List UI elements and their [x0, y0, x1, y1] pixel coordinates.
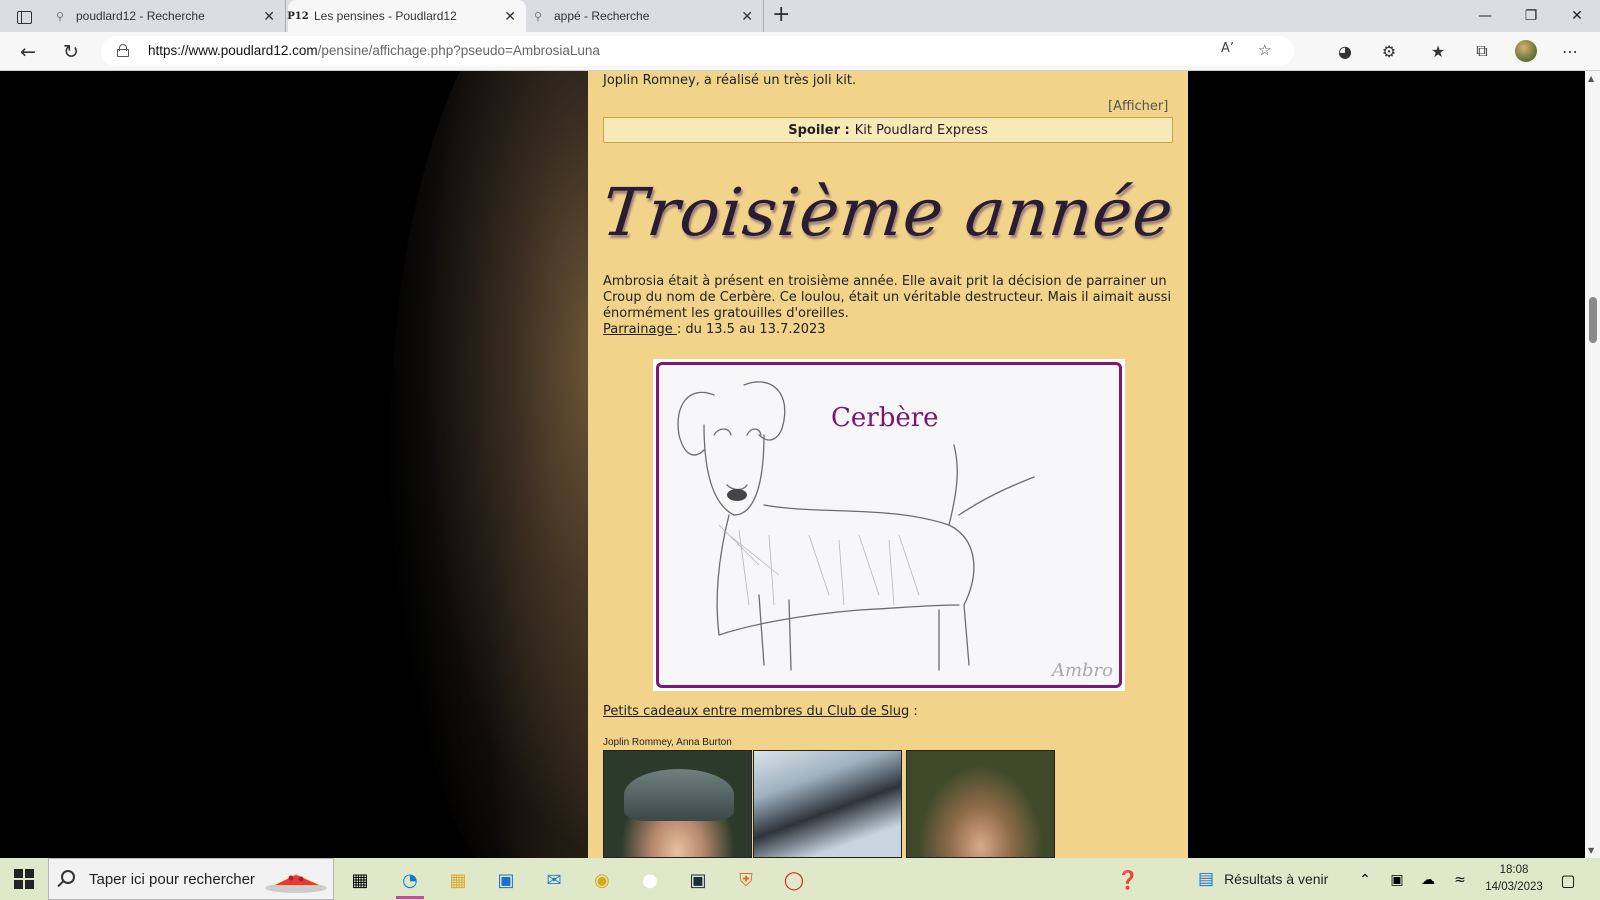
wifi-icon[interactable]: ≈ — [1440, 865, 1480, 895]
gift-image[interactable] — [603, 750, 752, 858]
close-icon[interactable]: ✕ — [504, 8, 516, 25]
app-icon[interactable]: ◉ — [582, 865, 622, 895]
news-widget-text: Résultats à venir — [1224, 871, 1329, 887]
section-paragraph: Ambrosia était à présent en troisième an… — [603, 274, 1175, 338]
tab-appe-recherche[interactable]: ⚲ appé - Recherche ✕ — [528, 0, 764, 32]
search-icon — [61, 870, 75, 884]
mail-icon[interactable]: ✉ — [534, 865, 574, 895]
refresh-button[interactable]: ↻ — [57, 40, 85, 64]
gifts-authors: Joplin Rommey, Anna Burton — [603, 737, 732, 748]
url-text[interactable]: https://www.poudlard12.com/pensine/affic… — [148, 43, 600, 58]
media-app-icon[interactable]: ▣ — [678, 865, 718, 895]
gift-image[interactable] — [906, 750, 1055, 858]
lock-icon — [117, 44, 129, 57]
news-widget[interactable]: ▤ Résultats à venir — [1198, 858, 1328, 900]
gifts-suffix: : — [909, 704, 918, 719]
search-icon: ⚲ — [533, 10, 543, 23]
parrainage-dates: : du 13.5 au 13.7.2023 — [676, 322, 826, 337]
add-favorite-icon[interactable]: ☆ — [1258, 41, 1271, 59]
paragraph-text: Ambrosia était à présent en troisième an… — [603, 274, 1172, 321]
tab-actions-button[interactable] — [8, 6, 40, 28]
url-field[interactable]: https://www.poudlard12.com/pensine/affic… — [101, 36, 1294, 66]
taskbar: Taper ici pour rechercher ▦ ◔ ▦ ▣ ✉ ◉ ● … — [0, 858, 1600, 900]
tab-label: appé - Recherche — [554, 9, 650, 23]
windows-start-button[interactable] — [14, 869, 34, 889]
drawing-name: Cerbère — [831, 403, 939, 433]
afficher-link[interactable]: [Afficher] — [1108, 99, 1168, 114]
pie-illustration-icon — [265, 874, 327, 893]
gift-image[interactable] — [753, 750, 902, 858]
tab-label: Les pensines - Poudlard12 — [314, 9, 457, 23]
clock-time: 18:08 — [1499, 864, 1529, 876]
address-bar: ← ↻ https://www.poudlard12.com/pensine/a… — [0, 32, 1600, 71]
system-clock[interactable]: 18:08 14/03/2023 — [1484, 862, 1544, 896]
restore-button[interactable]: ❐ — [1508, 0, 1554, 32]
dog-drawing-frame: Cerbère Ambro — [653, 359, 1125, 691]
back-button[interactable]: ← — [14, 40, 42, 64]
tab-actions-icon — [16, 10, 32, 24]
close-window-button[interactable]: ✕ — [1554, 0, 1600, 32]
page-scrollbar[interactable] — [1585, 71, 1600, 858]
mail-app-icon[interactable]: ◯ — [774, 865, 814, 895]
minimize-button[interactable]: — — [1462, 0, 1508, 32]
profile-avatar[interactable] — [1515, 40, 1537, 62]
tab-poudlard12-recherche[interactable]: ⚲ poudlard12 - Recherche ✕ — [50, 0, 286, 32]
spoiler-label: Spoiler : — [788, 122, 850, 138]
favorites-icon[interactable]: ★ — [1426, 40, 1450, 62]
gifts-line: Petits cadeaux entre membres du Club de … — [603, 704, 918, 719]
parrainage-link[interactable]: Parrainage — [603, 322, 677, 337]
taskbar-search[interactable]: Taper ici pour rechercher — [48, 858, 334, 900]
intro-text: Joplin Romney, a réalisé un très joli ki… — [603, 73, 857, 88]
section-heading: Troisième année — [598, 174, 1178, 251]
p12-favicon-icon: P12 — [287, 10, 309, 22]
task-view-icon[interactable]: ▦ — [340, 865, 380, 895]
new-tab-button[interactable]: + — [772, 4, 790, 26]
more-menu-icon[interactable]: ⋯ — [1558, 40, 1582, 62]
collections-icon[interactable]: ⧉ — [1470, 40, 1494, 62]
tab-les-pensines[interactable]: P12 Les pensines - Poudlard12 ✕ — [287, 0, 526, 32]
search-icon: ⚲ — [55, 10, 65, 23]
file-explorer-icon[interactable]: ▦ — [438, 865, 478, 895]
scrollbar-thumb[interactable] — [1589, 297, 1597, 343]
help-icon[interactable]: ❓ — [1108, 865, 1148, 895]
close-icon[interactable]: ✕ — [741, 8, 753, 25]
store-icon[interactable]: ▣ — [486, 865, 526, 895]
spoiler-box[interactable]: Spoiler : Kit Poudlard Express — [603, 117, 1173, 143]
security-app-icon[interactable]: ⛨ — [726, 865, 766, 895]
notification-icon[interactable]: ▢ — [1548, 865, 1588, 895]
close-icon[interactable]: ✕ — [263, 8, 275, 25]
tab-label: poudlard12 - Recherche — [76, 9, 205, 23]
taskbar-search-placeholder: Taper ici pour rechercher — [89, 871, 255, 888]
gifts-link[interactable]: Petits cadeaux entre membres du Club de … — [603, 704, 909, 719]
drawing-signature: Ambro — [1051, 660, 1113, 681]
edge-icon[interactable]: ◔ — [390, 865, 430, 899]
spoiler-title: Kit Poudlard Express — [854, 122, 988, 138]
dog-drawing: Cerbère Ambro — [656, 362, 1122, 688]
extensions-icon[interactable]: ⚙ — [1377, 40, 1401, 62]
scroll-down-icon[interactable]: ▼ — [1588, 846, 1594, 855]
browser-essentials-icon[interactable]: ◕ — [1333, 40, 1357, 62]
scroll-up-icon[interactable]: ▲ — [1588, 74, 1594, 83]
news-icon: ▤ — [1198, 869, 1215, 888]
clock-date: 14/03/2023 — [1485, 881, 1543, 893]
read-aloud-icon[interactable]: A’ — [1221, 41, 1234, 56]
hp-icon[interactable]: ● — [630, 865, 670, 895]
tab-bar: ⚲ poudlard12 - Recherche ✕ P12 Les pensi… — [0, 0, 1600, 32]
